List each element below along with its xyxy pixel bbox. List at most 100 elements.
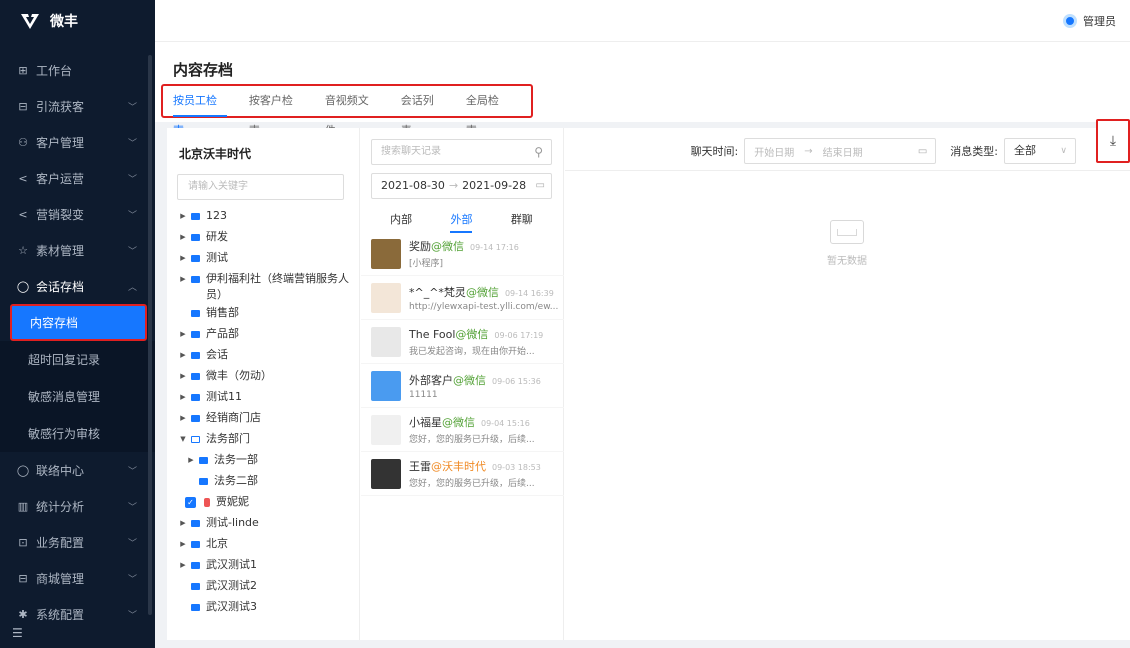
caret-right-icon[interactable]: ▶ bbox=[177, 345, 189, 366]
sidebar-item-4[interactable]: < 营销裂变 ﹀ bbox=[0, 196, 155, 232]
caret-right-icon[interactable]: ▶ bbox=[177, 269, 189, 290]
tree-node[interactable]: ▶ 武汉测试1 bbox=[177, 555, 357, 576]
sidebar-item-after-3[interactable]: ⊟ 商城管理 ﹀ bbox=[0, 560, 155, 596]
caret-right-icon[interactable]: ▶ bbox=[177, 387, 189, 408]
chat-source-tag: @微信 bbox=[453, 373, 486, 387]
chevron-up-icon: ︿ bbox=[127, 282, 137, 293]
checkbox[interactable]: ✓ bbox=[185, 497, 196, 508]
sidebar-item-2[interactable]: ⚇ 客户管理 ﹀ bbox=[0, 124, 155, 160]
sidebar-item-after-2[interactable]: ⊡ 业务配置 ﹀ bbox=[0, 524, 155, 560]
tab-0[interactable]: 按员工检索 bbox=[173, 86, 227, 137]
tree-node[interactable]: ▶ 123 bbox=[177, 206, 357, 227]
sidebar-item-3[interactable]: < 客户运营 ﹀ bbox=[0, 160, 155, 196]
folder-icon bbox=[191, 394, 200, 401]
sidebar-item-label: 会话存档 bbox=[36, 279, 85, 294]
caret-right-icon[interactable]: ▶ bbox=[177, 227, 189, 248]
tree-node-label: 测试 bbox=[206, 251, 228, 264]
page-tabs: 按员工检索按客户检索音视频文件会话列表全局检索 bbox=[161, 84, 533, 137]
chat-time-picker[interactable]: 开始日期 → 结束日期 ▭ bbox=[744, 138, 937, 164]
caret-right-icon[interactable]: ▶ bbox=[177, 206, 189, 227]
caret-right-icon[interactable]: ▶ bbox=[177, 248, 189, 269]
chat-item[interactable]: The Fool@微信 09-06 17:19 我已发起咨询，现在由你开始... bbox=[361, 320, 564, 364]
calendar-icon: ▭ bbox=[535, 180, 545, 191]
user-menu[interactable]: 管理员 bbox=[1063, 13, 1116, 29]
chat-name: *^_^*梵灵 bbox=[409, 285, 466, 299]
menu-collapse-icon[interactable]: ☰ bbox=[12, 626, 23, 640]
chevron-down-icon: ﹀ bbox=[127, 138, 137, 149]
tab-3[interactable]: 会话列表 bbox=[401, 86, 444, 137]
sidebar-item-after-0[interactable]: ◯ 联络中心 ﹀ bbox=[0, 452, 155, 488]
tree-node-label: 武汉测试1 bbox=[206, 558, 257, 571]
tab-2[interactable]: 音视频文件 bbox=[325, 86, 379, 137]
chat-item[interactable]: 外部客户@微信 09-06 15:36 11111 bbox=[361, 364, 564, 408]
chat-search-input[interactable]: 搜索聊天记录 ⚲ bbox=[371, 139, 552, 165]
tree-node[interactable]: ▶ 会话 bbox=[177, 345, 357, 366]
tree-node[interactable]: 销售部 bbox=[177, 303, 357, 324]
folder-icon bbox=[199, 478, 208, 485]
tree-node[interactable]: ▶ 测试 bbox=[177, 248, 357, 269]
chevron-down-icon: ﹀ bbox=[127, 466, 137, 477]
sidebar-item-after-1[interactable]: ▥ 统计分析 ﹀ bbox=[0, 488, 155, 524]
sidebar-item-5[interactable]: ☆ 素材管理 ﹀ bbox=[0, 232, 155, 268]
tree-node[interactable]: 法务二部 bbox=[177, 471, 357, 492]
tree-node[interactable]: ▶ 微丰（勿动） bbox=[177, 366, 357, 387]
caret-right-icon[interactable]: ▶ bbox=[177, 366, 189, 387]
sidebar-item-1[interactable]: ⊟ 引流获客 ﹀ bbox=[0, 88, 155, 124]
tab-1[interactable]: 按客户检索 bbox=[249, 86, 303, 137]
sidebar-item-after-4[interactable]: ✱ 系统配置 ﹀ bbox=[0, 596, 155, 632]
chat-time: 09-04 15:16 bbox=[481, 419, 530, 428]
folder-icon bbox=[191, 415, 200, 422]
tree-node[interactable]: 武汉测试3 bbox=[177, 597, 357, 618]
tree-node[interactable]: ▶ 北京 bbox=[177, 534, 357, 555]
tab-4[interactable]: 全局检索 bbox=[466, 86, 509, 137]
sidebar-item-0[interactable]: ⊞ 工作台 bbox=[0, 52, 155, 88]
chat-tab-2[interactable]: 群聊 bbox=[511, 211, 533, 227]
tree-node[interactable]: ▶ 经销商门店 bbox=[177, 408, 357, 429]
sidebar-item-label: 素材管理 bbox=[36, 243, 85, 258]
empty-state: 暂无数据 bbox=[827, 220, 867, 267]
sidebar-subitem-3[interactable]: 敏感行为审核 bbox=[0, 415, 155, 452]
chat-name: 外部客户 bbox=[409, 373, 453, 387]
date-range-picker[interactable]: 2021-08-30 → 2021-09-28 ▭ bbox=[371, 173, 552, 199]
app-logo[interactable]: 微丰 bbox=[0, 0, 155, 42]
tree-member[interactable]: ✓ 贾妮妮 bbox=[177, 492, 357, 513]
caret-right-icon[interactable]: ▶ bbox=[185, 450, 197, 471]
sidebar-item-label: 客户管理 bbox=[36, 135, 85, 150]
sidebar-subitem-0[interactable]: 内容存档 bbox=[10, 304, 147, 341]
tree-node[interactable]: ▶ 法务一部 bbox=[177, 450, 357, 471]
keyword-input[interactable]: 请输入关键字 bbox=[177, 174, 344, 200]
sidebar-menu: ⊞ 工作台 ⊟ 引流获客 ﹀ ⚇ 客户管理 ﹀ < 客户运营 ﹀ < 营销裂变 ﹀ ☆ 素材管理 ﹀ ◯ 会话存档 ︿… bbox=[0, 52, 155, 632]
sidebar-item-6[interactable]: ◯ 会话存档 ︿ bbox=[0, 268, 155, 304]
chat-item[interactable]: 王雷@沃丰时代 09-03 18:53 您好，您的服务已升级，后续... bbox=[361, 452, 564, 496]
search-icon[interactable]: ⚲ bbox=[534, 140, 543, 164]
tree-node[interactable]: ▼ 法务部门 bbox=[177, 429, 357, 450]
tree-node-label: 北京 bbox=[206, 537, 228, 550]
sidebar-subitem-1[interactable]: 超时回复记录 bbox=[0, 341, 155, 378]
caret-right-icon[interactable]: ▶ bbox=[177, 555, 189, 576]
caret-down-icon[interactable]: ▼ bbox=[177, 429, 189, 450]
tree-node-label: 法务部门 bbox=[206, 432, 250, 445]
tree-node[interactable]: ▶ 伊利福利社（终端营销服务人员） bbox=[177, 269, 357, 303]
tree-node[interactable]: 武汉测试2 bbox=[177, 576, 357, 597]
chat-item[interactable]: *^_^*梵灵@微信 09-14 16:39 http://ylewxapi-tes… bbox=[361, 276, 564, 320]
chat-tab-0[interactable]: 内部 bbox=[390, 211, 412, 227]
caret-right-icon[interactable]: ▶ bbox=[177, 513, 189, 534]
sidebar-subitem-2[interactable]: 敏感消息管理 bbox=[0, 378, 155, 415]
chat-item[interactable]: 奖励@微信 09-14 17:16 [小程序] bbox=[361, 232, 564, 276]
chat-item[interactable]: 小福星@微信 09-04 15:16 您好，您的服务已升级，后续... bbox=[361, 408, 564, 452]
tree-node[interactable]: ▶ 产品部 bbox=[177, 324, 357, 345]
caret-right-icon[interactable]: ▶ bbox=[177, 408, 189, 429]
caret-right-icon[interactable]: ▶ bbox=[177, 534, 189, 555]
tree-node-label: 会话 bbox=[206, 348, 228, 361]
sidebar-scrollbar[interactable] bbox=[148, 55, 152, 615]
tree-node[interactable]: ▶ 测试11 bbox=[177, 387, 357, 408]
tree-node[interactable]: ▶ 测试-linde bbox=[177, 513, 357, 534]
download-button[interactable]: ⤓ bbox=[1096, 119, 1130, 163]
chevron-down-icon: ﹀ bbox=[127, 246, 137, 257]
chat-tab-1[interactable]: 外部 bbox=[450, 211, 473, 233]
chevron-down-icon: ﹀ bbox=[127, 574, 137, 585]
funnel-icon: ⊟ bbox=[18, 99, 28, 113]
tree-node[interactable]: ▶ 研发 bbox=[177, 227, 357, 248]
caret-right-icon[interactable]: ▶ bbox=[177, 324, 189, 345]
message-type-select[interactable]: 全部 ∨ bbox=[1004, 138, 1076, 164]
